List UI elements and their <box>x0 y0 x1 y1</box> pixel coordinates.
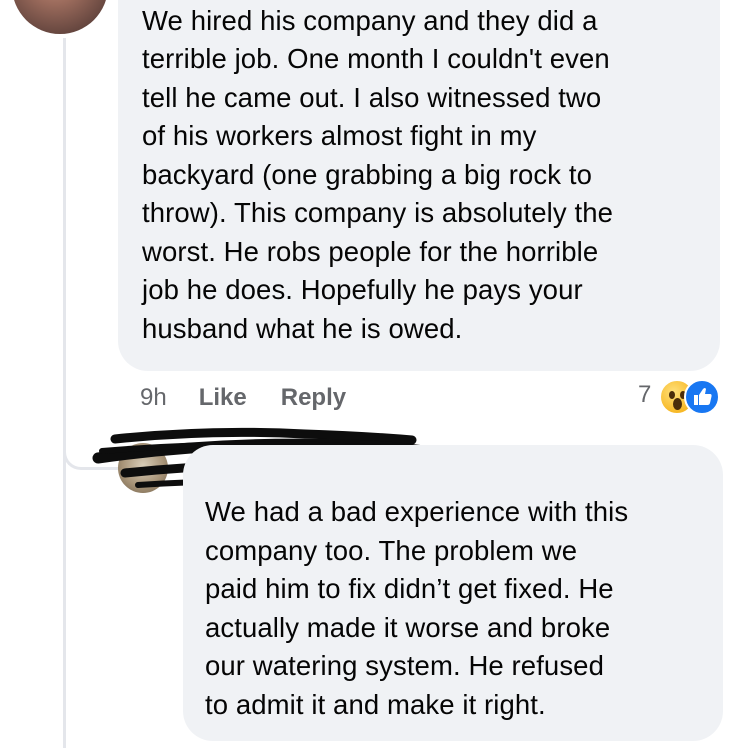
reply-bubble: We had a bad experience with this compan… <box>183 445 723 741</box>
like-button[interactable]: Like <box>199 384 247 412</box>
comment-line: We hired his company and they did a <box>142 5 598 36</box>
wow-mouth <box>673 398 682 410</box>
reply-line: paid him to fix didn’t get fixed. He <box>205 573 614 604</box>
comment-line: of his workers almost fight in my <box>142 120 537 151</box>
wow-eye <box>669 391 675 399</box>
commenter-avatar[interactable] <box>12 0 108 34</box>
comment-line: worst. He robs people for the horrible <box>142 236 599 267</box>
comment-timestamp[interactable]: 9h <box>140 384 167 412</box>
comment-line: tell he came out. I also witnessed two <box>142 82 602 113</box>
comment-actions: 9h Like Reply <box>140 381 380 415</box>
reply-button[interactable]: Reply <box>281 384 346 412</box>
like-icon[interactable] <box>684 379 720 415</box>
reply-line: our watering system. He refused <box>205 650 604 681</box>
reaction-count[interactable]: 7 <box>638 381 651 409</box>
comment-line: throw). This company is absolutely the <box>142 197 614 228</box>
thumbs-up-icon <box>694 388 712 405</box>
reply-line: to admit it and make it right. <box>205 689 546 720</box>
reply-line: We had a bad experience with this <box>205 496 629 527</box>
comment-line: backyard (one grabbing a big rock to <box>142 159 592 190</box>
reply-line: company too. The problem we <box>205 535 578 566</box>
comment-line: terrible job. One month I couldn't even <box>142 43 610 74</box>
comment-bubble: We hired his company and they did a terr… <box>118 0 720 371</box>
reply-line: actually made it worse and broke <box>205 612 611 643</box>
comment-line: job he does. Hopefully he pays your <box>142 274 583 305</box>
thread-line <box>63 38 66 748</box>
comment-line: husband what he is owed. <box>142 313 463 344</box>
